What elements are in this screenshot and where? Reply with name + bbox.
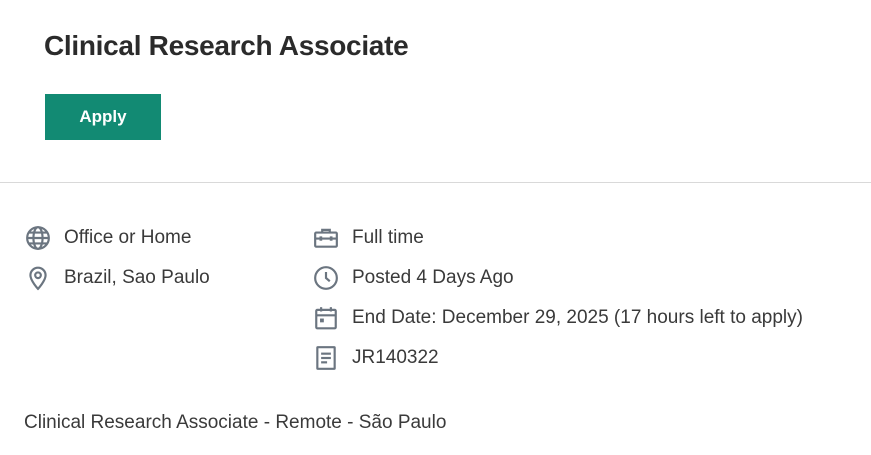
job-description-subtitle: Clinical Research Associate - Remote - S…	[24, 412, 447, 433]
location-detail: Brazil, Sao Paulo	[25, 263, 210, 293]
work-type-detail: Office or Home	[25, 223, 191, 253]
location-text: Brazil, Sao Paulo	[64, 267, 210, 288]
posted-text: Posted 4 Days Ago	[352, 267, 514, 288]
location-pin-icon	[25, 265, 51, 291]
job-title: Clinical Research Associate	[44, 30, 409, 61]
divider	[0, 182, 871, 183]
document-icon	[313, 345, 339, 371]
work-type-text: Office or Home	[64, 227, 192, 248]
calendar-icon	[313, 305, 339, 331]
requisition-id-text: JR140322	[352, 347, 439, 368]
end-date-detail: End Date: December 29, 2025 (17 hours le…	[313, 303, 803, 333]
clock-icon	[313, 265, 339, 291]
employment-type-text: Full time	[352, 227, 424, 248]
globe-icon	[25, 225, 51, 251]
briefcase-icon	[313, 225, 339, 251]
posted-detail: Posted 4 Days Ago	[313, 263, 514, 293]
requisition-id-detail: JR140322	[313, 343, 439, 373]
job-header: Clinical Research Associate Apply	[0, 0, 871, 182]
employment-type-detail: Full time	[313, 223, 424, 253]
end-date-text: End Date: December 29, 2025 (17 hours le…	[352, 307, 803, 328]
apply-button[interactable]: Apply	[45, 94, 161, 140]
